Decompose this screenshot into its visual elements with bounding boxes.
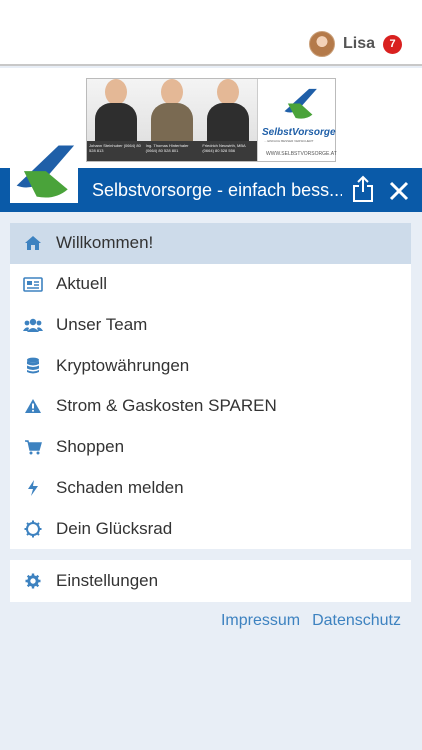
database-icon bbox=[10, 345, 56, 386]
menu-item-gluecksrad[interactable]: Dein Glücksrad bbox=[10, 508, 411, 549]
menu-item-label: Schaden melden bbox=[56, 477, 184, 497]
impressum-link[interactable]: Impressum bbox=[221, 612, 300, 630]
avatar[interactable] bbox=[308, 31, 335, 57]
menu-item-einstellungen[interactable]: Einstellungen bbox=[10, 560, 411, 602]
navigation-menu: Willkommen! Aktuell Unser Team Kryptowäh… bbox=[10, 223, 411, 549]
share-icon[interactable] bbox=[351, 175, 375, 203]
cart-icon bbox=[10, 427, 56, 468]
menu-item-label: Einstellungen bbox=[56, 571, 159, 590]
app-logo bbox=[10, 141, 78, 203]
menu-item-aktuell[interactable]: Aktuell bbox=[10, 264, 411, 305]
menu-item-label: Strom & Gaskosten SPAREN bbox=[56, 396, 277, 416]
bolt-icon bbox=[10, 468, 56, 509]
menu-item-unser-team[interactable]: Unser Team bbox=[10, 305, 411, 346]
banner-caption: Johann Steinhuber (0664) 80 528 813 bbox=[89, 143, 141, 154]
menu-item-label: Dein Glücksrad bbox=[56, 518, 173, 538]
menu-item-label: Kryptowährungen bbox=[56, 355, 190, 375]
datenschutz-link[interactable]: Datenschutz bbox=[312, 612, 401, 630]
page-title: Selbstvorsorge - einfach bess... bbox=[92, 180, 342, 200]
menu-item-label: Shoppen bbox=[56, 437, 125, 457]
close-icon[interactable] bbox=[387, 179, 411, 203]
menu-item-kryptowaehrungen[interactable]: Kryptowährungen bbox=[10, 345, 411, 386]
banner-url: WWW.SELBSTVORSORGE.AT bbox=[266, 151, 337, 157]
menu-item-willkommen[interactable]: Willkommen! bbox=[10, 223, 411, 264]
banner-brand: SelbstVorsorge bbox=[262, 127, 336, 138]
banner-caption: Ing. Thomas Hinterhaler (0664) 80 528 80… bbox=[145, 143, 189, 154]
top-bar: Lisa 7 bbox=[0, 0, 422, 66]
user-profile[interactable]: Lisa 7 bbox=[308, 30, 402, 58]
notification-badge[interactable]: 7 bbox=[383, 34, 402, 54]
menu-item-shoppen[interactable]: Shoppen bbox=[10, 427, 411, 468]
menu-item-label: Unser Team bbox=[56, 314, 148, 334]
wheel-icon bbox=[10, 508, 56, 549]
menu-item-schaden-melden[interactable]: Schaden melden bbox=[10, 468, 411, 509]
gear-icon bbox=[10, 560, 56, 602]
banner-image: Johann Steinhuber (0664) 80 528 813 Ing.… bbox=[86, 78, 337, 162]
home-icon bbox=[10, 223, 56, 264]
footer-links: Impressum Datenschutz bbox=[221, 612, 401, 630]
menu-item-label: Aktuell bbox=[56, 274, 108, 294]
users-icon bbox=[10, 305, 56, 346]
menu-item-label: Willkommen! bbox=[56, 233, 154, 253]
banner-caption: Friedrich Neuwirth, MBA (0664) 80 528 55… bbox=[202, 143, 246, 154]
newspaper-icon bbox=[10, 264, 56, 305]
warning-icon bbox=[10, 386, 56, 427]
banner-tagline: ... EINFACH BESSER VERSICHERT bbox=[264, 139, 314, 143]
menu-item-strom-gaskosten[interactable]: Strom & Gaskosten SPAREN bbox=[10, 386, 411, 427]
banner-logo: SelbstVorsorge ... EINFACH BESSER VERSIC… bbox=[257, 79, 337, 161]
banner-team-photo: Johann Steinhuber (0664) 80 528 813 Ing.… bbox=[87, 79, 257, 161]
user-name[interactable]: Lisa bbox=[343, 35, 375, 53]
